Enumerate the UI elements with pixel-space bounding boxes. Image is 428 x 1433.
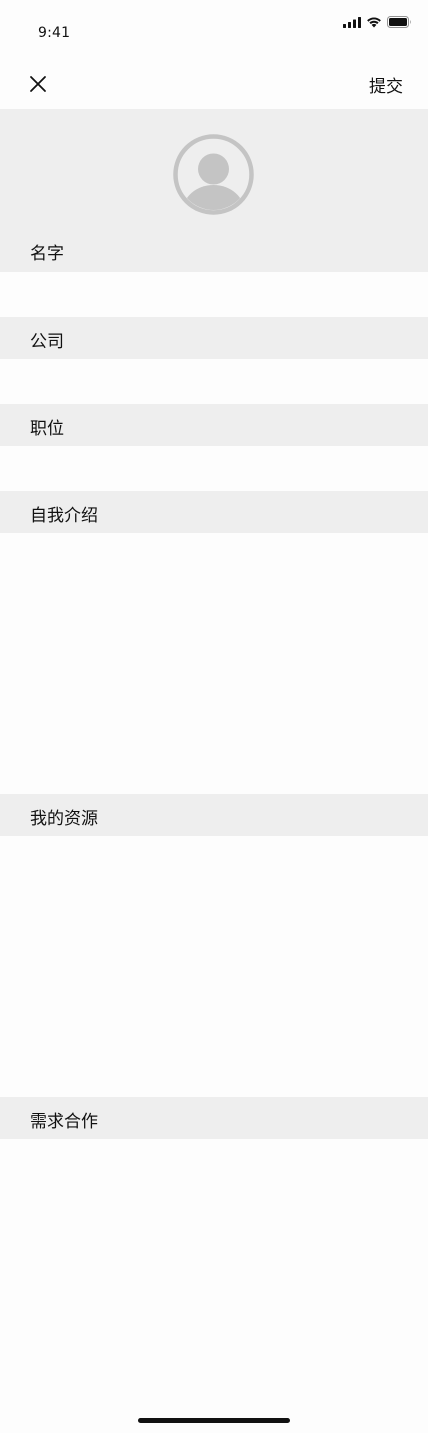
company-input[interactable] [0,359,428,404]
cellular-signal-icon [343,16,361,28]
needs-label: 需求合作 [30,1112,98,1132]
position-section-header: 职位 [0,404,428,446]
resources-section-header: 我的资源 [0,794,428,836]
close-icon [30,76,46,92]
intro-label: 自我介绍 [30,506,98,526]
battery-icon [387,16,411,28]
status-bar: 9:41 [0,0,428,52]
wifi-icon [367,17,381,28]
name-label: 名字 [30,244,64,264]
resources-textarea[interactable] [0,836,428,1097]
submit-button[interactable]: 提交 [369,72,403,97]
status-icons [343,15,412,29]
position-label: 职位 [30,419,64,439]
nav-bar: 提交 [0,52,428,109]
intro-textarea[interactable] [0,533,428,794]
status-time: 9:41 [38,25,71,41]
close-button[interactable] [26,72,50,96]
user-avatar-icon [173,134,254,215]
home-indicator[interactable] [138,1418,290,1423]
resources-label: 我的资源 [30,809,98,829]
intro-section-header: 自我介绍 [0,491,428,533]
position-input[interactable] [0,446,428,491]
avatar-section: 名字 [0,109,428,272]
name-input[interactable] [0,272,428,317]
needs-section-header: 需求合作 [0,1097,428,1139]
company-label: 公司 [30,332,64,352]
profile-edit-screen: 9:41 提交 名字 公司 职位 自我介绍 我的资源 需求合作 [0,0,428,1433]
company-section-header: 公司 [0,317,428,359]
needs-textarea[interactable] [0,1139,428,1409]
avatar[interactable] [173,134,254,215]
